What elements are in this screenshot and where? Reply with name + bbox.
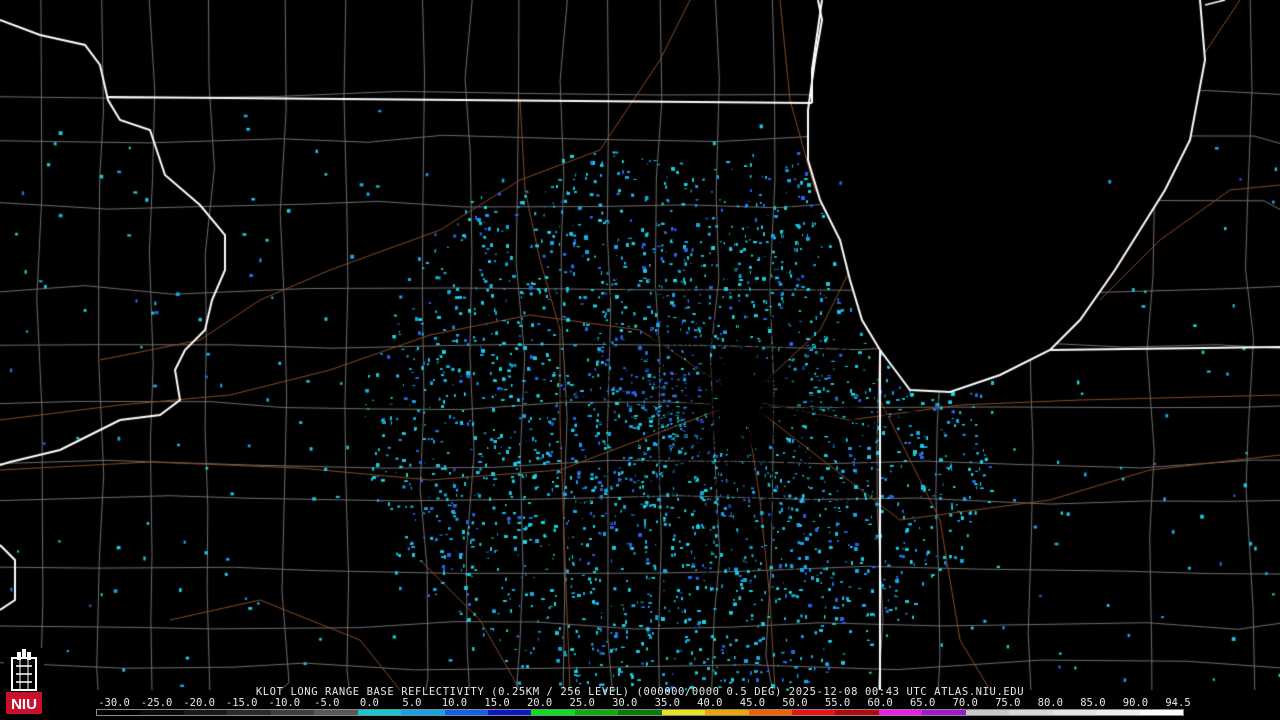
legend-tick-label: 65.0 — [909, 697, 936, 709]
legend-color-swatch — [227, 710, 271, 715]
legend-color-swatch — [1009, 710, 1053, 715]
legend-tick-label: 35.0 — [654, 697, 680, 709]
niu-logo-icon: NIU — [4, 648, 44, 716]
legend-color-swatch — [705, 710, 749, 715]
legend-color-swatch — [618, 710, 662, 715]
legend-tick-labels: -30.0 -25.0 -20.0 -15.0 -10.0 -5.0 0.0 5.0 10.0 1… — [0, 697, 1280, 709]
legend-color-swatch — [487, 710, 532, 715]
legend-tick-label: 40.0 — [697, 697, 723, 709]
legend-color-bar — [96, 709, 1184, 716]
legend-tick-label: 5.0 — [402, 697, 422, 709]
legend-color-swatch — [401, 710, 445, 715]
legend-color-swatch — [531, 710, 575, 715]
legend-color-swatch — [270, 710, 315, 715]
legend-color-swatch — [1052, 710, 1097, 715]
legend-color-swatch — [444, 710, 488, 715]
legend-tick-label: 25.0 — [569, 697, 595, 709]
legend-tick-label: 55.0 — [824, 697, 851, 709]
legend-tick-label: -15.0 — [225, 697, 258, 709]
legend-color-swatch — [792, 710, 836, 715]
legend-tick-label: 70.0 — [952, 697, 978, 709]
legend-tick-label: -25.0 — [140, 697, 173, 709]
legend-color-swatch — [140, 710, 184, 715]
legend-color-swatch — [878, 710, 923, 715]
legend-color-swatch — [357, 710, 402, 715]
legend-tick-label: -10.0 — [268, 697, 301, 709]
legend-color-swatch — [922, 710, 966, 715]
legend-tick-label: 0.0 — [359, 697, 379, 709]
legend-color-swatch — [748, 710, 792, 715]
legend-tick-label: 75.0 — [995, 697, 1021, 709]
legend-tick-label: 85.0 — [1080, 697, 1106, 709]
logo-text: NIU — [11, 696, 37, 713]
legend-tick-label: 90.0 — [1122, 697, 1149, 709]
legend-tick-label: -30.0 — [98, 697, 130, 709]
legend-tick-label: 60.0 — [867, 697, 893, 709]
legend-color-swatch — [965, 710, 1010, 715]
legend-tick-label: 10.0 — [441, 697, 468, 709]
legend-color-swatch — [574, 710, 619, 715]
legend-tick-label: -5.0 — [314, 697, 340, 709]
legend-color-swatch — [835, 710, 879, 715]
legend-tick-label: 20.0 — [526, 697, 553, 709]
legend-color-swatch — [314, 710, 358, 715]
legend-tick-label: 50.0 — [782, 697, 808, 709]
legend-tick-label: 45.0 — [739, 697, 766, 709]
legend-color-swatch — [1096, 710, 1140, 715]
legend-tick-label: 94.5 — [1165, 697, 1191, 709]
legend-tick-label: -20.0 — [183, 697, 215, 709]
legend-color-swatch — [183, 710, 228, 715]
legend-tick-label: 15.0 — [484, 697, 510, 709]
legend-tick-label: 30.0 — [612, 697, 638, 709]
radar-map — [0, 0, 1280, 720]
legend-tick-label: 80.0 — [1037, 697, 1063, 709]
legend-color-swatch — [661, 710, 706, 715]
legend-color-swatch — [1139, 710, 1183, 715]
legend-color-swatch — [97, 710, 141, 715]
